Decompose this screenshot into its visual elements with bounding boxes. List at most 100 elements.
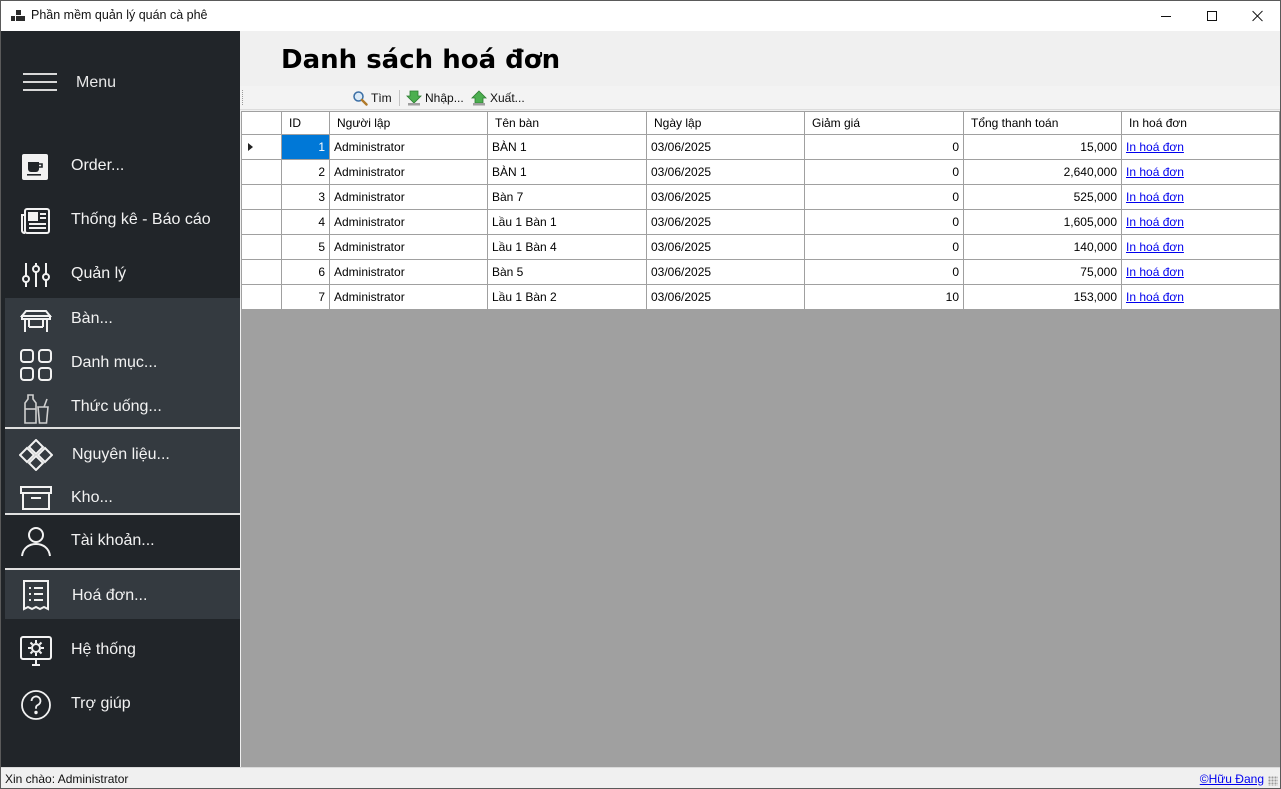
print-invoice-link[interactable]: In hoá đơn — [1126, 215, 1184, 229]
cell-date[interactable]: 03/06/2025 — [646, 209, 805, 235]
cell-table[interactable]: BÀN 1 — [487, 159, 647, 185]
table-row[interactable]: 3 Administrator Bàn 7 03/06/2025 0 525,0… — [241, 184, 1280, 210]
column-header[interactable]: Tổng thanh toán — [963, 111, 1122, 135]
cell-date[interactable]: 03/06/2025 — [646, 184, 805, 210]
cell-id[interactable]: 1 — [281, 134, 330, 160]
sidebar-item-invoices[interactable]: Hoá đơn... — [1, 571, 240, 619]
search-button[interactable]: Tìm — [352, 89, 392, 107]
cell-creator[interactable]: Administrator — [329, 134, 488, 160]
cell-total[interactable]: 153,000 — [963, 284, 1122, 310]
export-button[interactable]: Xuất... — [471, 89, 525, 107]
cell-creator[interactable]: Administrator — [329, 259, 488, 285]
print-invoice-link[interactable]: In hoá đơn — [1126, 165, 1184, 179]
menu-toggle[interactable]: Menu — [1, 31, 240, 131]
cell-id[interactable]: 6 — [281, 259, 330, 285]
sidebar-item-warehouse[interactable]: Kho... — [1, 477, 240, 515]
print-invoice-link[interactable]: In hoá đơn — [1126, 140, 1184, 154]
monitor-settings-icon — [19, 635, 53, 667]
row-header[interactable] — [241, 234, 282, 260]
table-row[interactable]: 4 Administrator Lầu 1 Bàn 1 03/06/2025 0… — [241, 209, 1280, 235]
resize-grip[interactable] — [1268, 776, 1278, 786]
column-header[interactable]: In hoá đơn — [1121, 111, 1280, 135]
sidebar-item-help[interactable]: Trợ giúp — [1, 681, 240, 729]
ingredients-icon — [18, 438, 54, 472]
table-row[interactable]: 7 Administrator Lầu 1 Bàn 2 03/06/2025 1… — [241, 284, 1280, 310]
table-row[interactable]: 2 Administrator BÀN 1 03/06/2025 0 2,640… — [241, 159, 1280, 185]
cell-table[interactable]: Lầu 1 Bàn 1 — [487, 209, 647, 235]
row-header[interactable] — [241, 284, 282, 310]
cell-id[interactable]: 2 — [281, 159, 330, 185]
sidebar-item-order[interactable]: Order... — [1, 143, 240, 191]
cell-date[interactable]: 03/06/2025 — [646, 159, 805, 185]
cell-print: In hoá đơn — [1121, 159, 1280, 185]
cell-table[interactable]: Bàn 5 — [487, 259, 647, 285]
cell-date[interactable]: 03/06/2025 — [646, 134, 805, 160]
cell-date[interactable]: 03/06/2025 — [646, 284, 805, 310]
cell-print: In hoá đơn — [1121, 209, 1280, 235]
table-row[interactable]: 1 Administrator BÀN 1 03/06/2025 0 15,00… — [241, 134, 1280, 160]
row-header[interactable] — [241, 259, 282, 285]
cell-creator[interactable]: Administrator — [329, 184, 488, 210]
print-invoice-link[interactable]: In hoá đơn — [1126, 190, 1184, 204]
row-header[interactable] — [241, 184, 282, 210]
table-row[interactable]: 5 Administrator Lầu 1 Bàn 4 03/06/2025 0… — [241, 234, 1280, 260]
cell-discount[interactable]: 0 — [804, 134, 964, 160]
cell-discount[interactable]: 0 — [804, 259, 964, 285]
cell-creator[interactable]: Administrator — [329, 284, 488, 310]
sidebar-item-label: Hệ thống — [71, 641, 136, 658]
column-header[interactable]: Ngày lập — [646, 111, 805, 135]
cell-creator[interactable]: Administrator — [329, 209, 488, 235]
print-invoice-link[interactable]: In hoá đơn — [1126, 290, 1184, 304]
cell-table[interactable]: BÀN 1 — [487, 134, 647, 160]
sidebar-item-reports[interactable]: Thống kê - Báo cáo — [1, 197, 240, 245]
cell-table[interactable]: Lầu 1 Bàn 4 — [487, 234, 647, 260]
cell-total[interactable]: 75,000 — [963, 259, 1122, 285]
close-button[interactable] — [1235, 1, 1281, 31]
cell-total[interactable]: 140,000 — [963, 234, 1122, 260]
print-invoice-link[interactable]: In hoá đơn — [1126, 265, 1184, 279]
cell-table[interactable]: Lầu 1 Bàn 2 — [487, 284, 647, 310]
column-header[interactable]: ID — [281, 111, 330, 135]
cell-discount[interactable]: 0 — [804, 159, 964, 185]
cell-creator[interactable]: Administrator — [329, 234, 488, 260]
minimize-button[interactable] — [1143, 1, 1189, 31]
maximize-button[interactable] — [1189, 1, 1235, 31]
sidebar-item-drinks[interactable]: Thức uống... — [1, 385, 240, 427]
sidebar-item-manage[interactable]: Quản lý — [1, 251, 240, 299]
table-row[interactable]: 6 Administrator Bàn 5 03/06/2025 0 75,00… — [241, 259, 1280, 285]
sidebar-item-categories[interactable]: Danh mục... — [1, 341, 240, 385]
sidebar-item-ingredients[interactable]: Nguyên liệu... — [1, 431, 240, 477]
cell-id[interactable]: 3 — [281, 184, 330, 210]
sidebar-item-accounts[interactable]: Tài khoản... — [1, 516, 240, 566]
cell-discount[interactable]: 0 — [804, 209, 964, 235]
cell-total[interactable]: 1,605,000 — [963, 209, 1122, 235]
cell-discount[interactable]: 0 — [804, 184, 964, 210]
import-button[interactable]: Nhập... — [406, 89, 464, 107]
cell-total[interactable]: 2,640,000 — [963, 159, 1122, 185]
row-header[interactable] — [241, 209, 282, 235]
cell-total[interactable]: 15,000 — [963, 134, 1122, 160]
cell-discount[interactable]: 10 — [804, 284, 964, 310]
sidebar-item-system[interactable]: Hệ thống — [1, 627, 240, 675]
column-header[interactable]: Người lập — [329, 111, 488, 135]
cell-table[interactable]: Bàn 7 — [487, 184, 647, 210]
column-header[interactable]: Tên bàn — [487, 111, 647, 135]
row-header-corner[interactable] — [241, 111, 282, 135]
cell-creator[interactable]: Administrator — [329, 159, 488, 185]
toolbar-grip[interactable] — [242, 90, 245, 105]
cell-date[interactable]: 03/06/2025 — [646, 259, 805, 285]
credit-link[interactable]: ©Hữu Đang — [1200, 772, 1264, 786]
sidebar-item-tables[interactable]: Bàn... — [1, 297, 240, 341]
row-header[interactable] — [241, 159, 282, 185]
column-header[interactable]: Giảm giá — [804, 111, 964, 135]
cell-total[interactable]: 525,000 — [963, 184, 1122, 210]
row-header[interactable] — [241, 134, 282, 160]
receipt-icon — [19, 579, 53, 611]
cell-id[interactable]: 4 — [281, 209, 330, 235]
print-invoice-link[interactable]: In hoá đơn — [1126, 240, 1184, 254]
cell-date[interactable]: 03/06/2025 — [646, 234, 805, 260]
cell-id[interactable]: 5 — [281, 234, 330, 260]
cell-discount[interactable]: 0 — [804, 234, 964, 260]
cell-id[interactable]: 7 — [281, 284, 330, 310]
export-button-label: Xuất... — [490, 91, 525, 105]
